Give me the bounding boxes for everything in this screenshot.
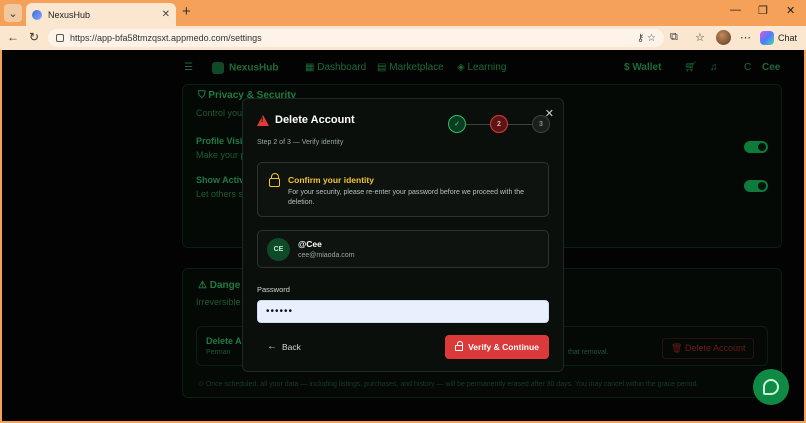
browser-toolbar: ← ↻ https://app-bfa58tmzqsxt.appmedo.com… (0, 26, 806, 50)
browser-profile-avatar[interactable] (716, 30, 731, 45)
modal-header: Delete Account (257, 114, 355, 126)
chat-label: Chat (778, 32, 798, 43)
confirm-identity-title: Confirm your identity (288, 175, 374, 185)
nav-wallet[interactable]: $ Wallet (624, 62, 661, 73)
verify-label: Verify & Continue (468, 342, 539, 352)
back-arrow-icon[interactable]: ← (7, 30, 19, 44)
step-indicator: ✓ 2 3 (448, 115, 552, 133)
browser-tab-bar: ⌄ NexusHub ✕ + — ❐ ✕ (0, 0, 806, 26)
copilot-icon (760, 30, 774, 45)
site-favicon-icon (32, 9, 42, 20)
lock-icon (455, 341, 464, 351)
restore-icon[interactable]: ❐ (758, 4, 768, 17)
step-2-current: 2 (490, 115, 508, 133)
user-email: cee@miaoda.com (298, 252, 355, 259)
step-connector (466, 124, 490, 125)
favorites-icon[interactable]: ☆ (695, 31, 705, 44)
url-text: https://app-bfa58tmzqsxt.appmedo.com/set… (70, 33, 262, 43)
modal-subtitle: Step 2 of 3 — Verify identity (257, 139, 344, 146)
new-tab-button[interactable]: + (182, 4, 191, 20)
cart-icon[interactable]: 🛒︎ (684, 62, 697, 73)
notification-bell-icon[interactable]: ♫ (710, 62, 718, 73)
step-1-complete-check-icon: ✓ (448, 115, 466, 133)
extensions-icon[interactable]: ⧉ (670, 31, 678, 44)
avatar: CE (267, 238, 290, 261)
user-identity-card: CE @Cee cee@miaoda.com (257, 230, 549, 268)
password-label: Password (257, 285, 290, 294)
confirm-identity-notice: Confirm your identity For your security,… (257, 162, 549, 217)
user-name[interactable]: Cee (762, 62, 780, 73)
confirm-identity-desc: For your security, please re-enter your … (288, 189, 525, 206)
step-connector (508, 124, 532, 125)
profile-visibility-toggle[interactable] (744, 141, 768, 153)
app-viewport: ☰ NexusHub ▦ Dashboard ▤ Marketplace ◈ L… (2, 50, 804, 421)
app-navbar: ☰ NexusHub ▦ Dashboard ▤ Marketplace ◈ L… (2, 50, 804, 86)
back-button[interactable]: ← Back (267, 341, 301, 352)
address-bar[interactable]: https://app-bfa58tmzqsxt.appmedo.com/set… (48, 29, 664, 47)
step-3-pending: 3 (532, 115, 550, 133)
footer-note: ⊙ Once scheduled, all your data — includ… (198, 381, 699, 388)
tab-list-button[interactable]: ⌄ (4, 4, 22, 22)
delete-account-button-bg[interactable]: 🗑︎ Delete Account (662, 338, 755, 359)
tab-title: NexusHub (48, 9, 91, 20)
refresh-icon[interactable]: ↻ (29, 30, 39, 44)
copilot-chat-button[interactable]: Chat (760, 29, 797, 46)
browser-tab[interactable]: NexusHub ✕ (26, 3, 176, 26)
show-activity-desc: Let others se (196, 189, 249, 199)
user-avatar-small[interactable]: C (744, 62, 751, 73)
chat-bubble-icon (763, 379, 779, 395)
menu-icon[interactable]: ☰ (184, 62, 193, 73)
password-field[interactable] (257, 300, 549, 323)
delete-account-desc-tail: that removal. (568, 349, 609, 356)
back-label: Back (282, 341, 301, 352)
show-activity-toggle[interactable] (744, 180, 768, 192)
brand[interactable]: NexusHub (212, 62, 278, 74)
close-tab-icon[interactable]: ✕ (162, 9, 170, 20)
warning-triangle-icon (257, 114, 269, 126)
danger-zone-desc: Irreversible a (196, 297, 249, 307)
chat-fab-button[interactable] (753, 369, 789, 405)
minimize-icon[interactable]: — (730, 4, 741, 16)
site-info-icon[interactable] (56, 34, 64, 42)
nav-learning[interactable]: ◈ Learning (457, 62, 506, 73)
nav-marketplace[interactable]: ▤ Marketplace (377, 62, 444, 73)
delete-account-modal: ✕ Delete Account Step 2 of 3 — Verify id… (242, 98, 564, 372)
user-handle: @Cee (298, 239, 322, 249)
delete-account-desc: Perman (206, 349, 231, 356)
profile-visibility-desc: Make your p (196, 150, 246, 160)
privacy-desc: Control your (196, 108, 246, 118)
window-close-icon[interactable]: ✕ (786, 4, 795, 17)
verify-continue-button[interactable]: Verify & Continue (445, 335, 549, 359)
danger-zone-title: ⚠ Dange (198, 280, 241, 291)
delete-account-label: Delete Ac (206, 336, 247, 346)
arrow-left-icon: ← (267, 341, 277, 352)
brand-logo-icon (212, 62, 224, 74)
key-and-star-icons[interactable]: ⚷ ☆ (637, 33, 656, 44)
more-options-icon[interactable]: ⋯ (740, 31, 751, 44)
nav-dashboard[interactable]: ▦ Dashboard (305, 62, 366, 73)
lock-icon (269, 173, 280, 187)
modal-title: Delete Account (275, 114, 355, 126)
